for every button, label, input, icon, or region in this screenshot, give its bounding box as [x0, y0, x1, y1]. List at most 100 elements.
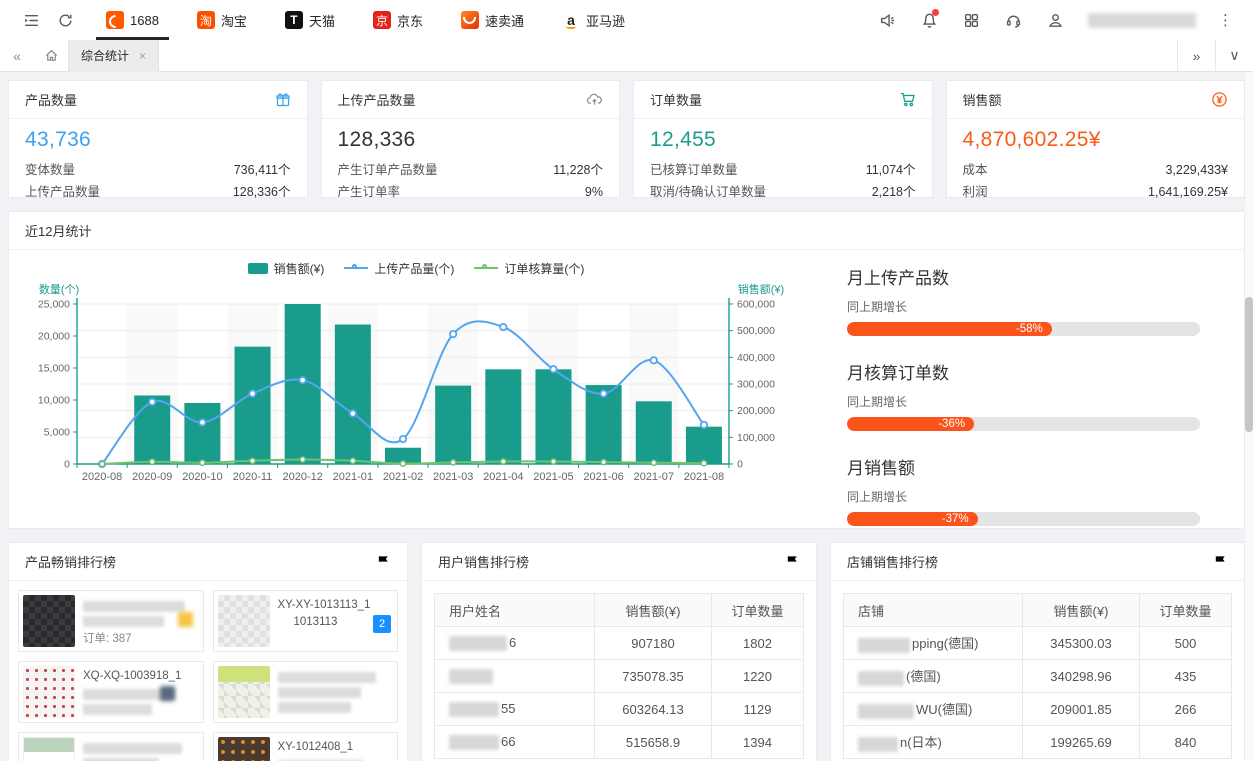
stat-card-uploads: 上传产品数量 128,336 产生订单产品数量11,228个 产生订单率9%	[321, 80, 621, 198]
sales-amount: 907180	[595, 627, 712, 660]
customer-service-icon[interactable]	[996, 0, 1030, 40]
redacted-icon	[178, 612, 193, 627]
redacted-name	[449, 735, 499, 750]
card-title: 产品数量	[25, 90, 77, 109]
col-header-username: 用户姓名	[435, 594, 595, 627]
table-row: WU(德国) 209001.85 266	[844, 693, 1232, 726]
shop-name: WU(德国)	[916, 702, 972, 717]
svg-text:销售额(¥): 销售额(¥)	[738, 282, 784, 296]
redacted-text	[83, 601, 185, 612]
legend-bar-marker	[248, 263, 268, 274]
product-card[interactable]: 订单: 387	[18, 590, 204, 652]
product-grid: 订单: 387 XY-XY-1013113_1 1013113 2 XQ-XQ-…	[9, 581, 407, 761]
redacted-icon	[160, 686, 175, 701]
product-sku: XQ-XQ-1003918_1	[83, 668, 199, 685]
order-count: 840	[1140, 726, 1232, 759]
tabs-scroll-right-icon[interactable]: »	[1177, 40, 1215, 72]
user-name: 55	[501, 701, 515, 716]
aliexpress-logo-icon	[461, 11, 479, 29]
marketplace-tab-1688[interactable]: 1688	[96, 0, 169, 40]
svg-text:10,000: 10,000	[38, 395, 70, 407]
marketplace-tab-amazon[interactable]: a 亚马逊	[552, 0, 635, 40]
chart-column: 销售额(¥) 上传产品量(个) 订单核算量(个) 05,00010,00015,00…	[15, 256, 817, 549]
stat-value: 4,870,602.25¥	[963, 128, 1229, 152]
stat-cards-row: 产品数量 43,736 变体数量736,411个 上传产品数量128,336个 …	[8, 80, 1245, 198]
panel-title: 产品畅销排行榜	[25, 552, 116, 571]
toolbar-right-icons: ⋮	[870, 0, 1239, 40]
redacted-text	[83, 616, 164, 627]
yen-circle-icon	[1211, 91, 1228, 108]
col-header-sales: 销售额(¥)	[1023, 594, 1140, 627]
bottom-panels-row: 产品畅销排行榜 订单: 387 XY-XY-1013113_1	[8, 542, 1245, 761]
main-content: 产品数量 43,736 变体数量736,411个 上传产品数量128,336个 …	[0, 72, 1253, 761]
table-row: 66 515658.9 1394	[435, 726, 804, 759]
tab-bar-controls: » ∨	[1177, 40, 1253, 72]
svg-text:2021-02: 2021-02	[383, 471, 423, 483]
table-row: pping(德国) 345300.03 500	[844, 627, 1232, 660]
order-count: 1220	[712, 660, 804, 693]
product-image	[218, 666, 270, 718]
legend-item[interactable]: 上传产品量(个)	[344, 260, 454, 277]
legend-item[interactable]: 订单核算量(个)	[474, 260, 584, 277]
user-icon[interactable]	[1038, 0, 1072, 40]
page-tab-bar: « 综合统计 × » ∨	[0, 40, 1253, 72]
product-card[interactable]: XQ-XQ-1003918_1	[18, 661, 204, 723]
order-count: 500	[1140, 627, 1232, 660]
card-title: 订单数量	[650, 90, 702, 109]
more-options-icon[interactable]: ⋮	[1212, 11, 1239, 29]
redacted-name	[858, 737, 898, 752]
scrollbar-thumb[interactable]	[1245, 297, 1253, 432]
redacted-text	[83, 743, 182, 754]
sales-amount: 603264.13	[595, 693, 712, 726]
table-row: (德国) 340298.96 435	[844, 660, 1232, 693]
monthly-chart: 05,00010,00015,00020,00025,0000100,00020…	[15, 280, 817, 499]
username-redacted[interactable]	[1088, 13, 1196, 28]
marketplace-tab-tmall[interactable]: T 天猫	[275, 0, 345, 40]
product-card[interactable]	[18, 732, 204, 761]
product-card[interactable]	[213, 661, 399, 723]
1688-logo-icon	[106, 11, 124, 29]
marketplace-tab-taobao[interactable]: 淘 淘宝	[187, 0, 257, 40]
col-header-orders: 订单数量	[712, 594, 804, 627]
stat-row-value: 2,218个	[872, 181, 916, 203]
stat-row-label: 取消/待确认订单数量	[650, 181, 766, 203]
legend-label: 销售额(¥)	[274, 260, 325, 277]
svg-text:2021-03: 2021-03	[433, 471, 473, 483]
marketplace-label: 天猫	[309, 11, 335, 30]
product-card[interactable]: XY-1012408_1	[213, 732, 399, 761]
legend-item[interactable]: 销售额(¥)	[248, 260, 325, 277]
stat-row-label: 上传产品数量	[25, 181, 100, 203]
home-icon[interactable]	[34, 40, 68, 72]
tabs-scroll-left-icon[interactable]: «	[0, 48, 34, 64]
cart-icon	[899, 91, 916, 108]
tab-close-icon[interactable]: ×	[139, 49, 146, 63]
shop-name: n(日本)	[900, 735, 942, 750]
refresh-icon[interactable]	[48, 0, 82, 40]
sales-amount: 199265.69	[1023, 726, 1140, 759]
svg-text:100,000: 100,000	[737, 432, 775, 444]
chart-legend: 销售额(¥) 上传产品量(个) 订单核算量(个)	[15, 256, 817, 280]
redacted-name	[858, 671, 904, 686]
stat-card-orders: 订单数量 12,455 已核算订单数量11,074个 取消/待确认订单数量2,2…	[633, 80, 933, 198]
apps-grid-icon[interactable]	[954, 0, 988, 40]
redacted-name	[858, 704, 914, 719]
product-card[interactable]: XY-XY-1013113_1 1013113 2	[213, 590, 399, 652]
stat-row-value: 9%	[585, 181, 603, 203]
marketplace-tab-aliexpress[interactable]: 速卖通	[451, 0, 534, 40]
notifications-bell-icon[interactable]	[912, 0, 946, 40]
announcement-icon[interactable]	[870, 0, 904, 40]
tabs-menu-icon[interactable]: ∨	[1215, 40, 1253, 72]
table-row: 6 907180 1802	[435, 627, 804, 660]
tab-comprehensive-statistics[interactable]: 综合统计 ×	[68, 40, 159, 72]
table-row: 735078.35 1220	[435, 660, 804, 693]
stat-row-label: 变体数量	[25, 159, 75, 181]
flag-icon	[376, 554, 391, 569]
bestseller-panel: 产品畅销排行榜 订单: 387 XY-XY-1013113_1	[8, 542, 408, 761]
progress-track: -36%	[847, 417, 1200, 431]
user-name: 66	[501, 734, 515, 749]
marketplace-tab-jd[interactable]: 京 京东	[363, 0, 433, 40]
progress-fill: -36%	[847, 417, 974, 431]
menu-fold-icon[interactable]	[14, 0, 48, 40]
flag-icon	[785, 554, 800, 569]
sales-amount: 209001.85	[1023, 693, 1140, 726]
